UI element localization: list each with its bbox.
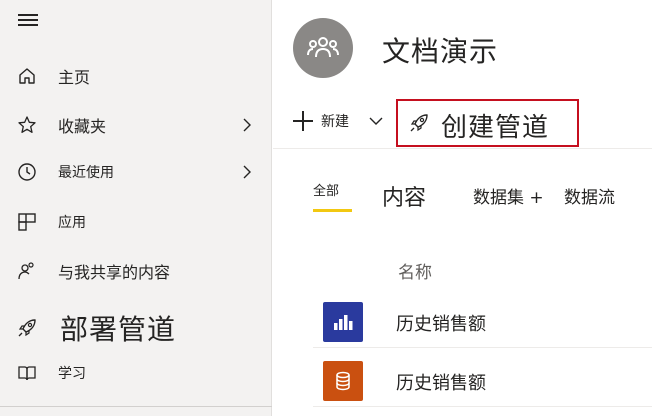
name-column-header[interactable]: 名称: [398, 258, 432, 283]
sidebar-item-label: 与我共享的内容: [58, 263, 171, 282]
sidebar-item-label: 主页: [58, 68, 91, 87]
book-icon: [16, 362, 38, 384]
workspace-main: 文档演示 新建 创建管道 全部 内容 数据集 + 数据流 名称 历史销售额 历史…: [273, 0, 652, 416]
workspace-avatar: [293, 18, 353, 78]
rocket-icon: [410, 114, 428, 132]
list-item[interactable]: 历史销售额: [313, 298, 652, 348]
workspace-title: 文档演示: [382, 35, 499, 68]
list-item[interactable]: 历史销售额: [313, 357, 652, 407]
plus-icon: [293, 111, 313, 131]
create-pipeline-label: 创建管道: [441, 113, 550, 143]
group-icon: [307, 37, 339, 58]
shared-icon: [16, 260, 38, 282]
new-button-label: 新建: [321, 114, 349, 130]
sidebar-item-favorites[interactable]: 收藏夹: [0, 105, 272, 145]
hamburger-menu-icon[interactable]: [18, 14, 38, 30]
sidebar-divider: [0, 406, 272, 407]
toolbar: 新建 创建管道: [273, 96, 652, 148]
create-pipeline-button[interactable]: 创建管道: [396, 99, 579, 147]
sidebar-item-deployment-pipelines[interactable]: 部署管道: [0, 308, 272, 348]
sidebar-item-label: 最近使用: [58, 165, 114, 181]
sidebar-item-label: 部署管道: [60, 313, 177, 346]
tab-content[interactable]: 内容: [382, 180, 426, 212]
apps-icon: [16, 211, 38, 233]
tab-datasets[interactable]: 数据集 +: [473, 183, 544, 208]
new-button[interactable]: 新建: [293, 108, 349, 134]
content-tabs: 全部 内容 数据集 + 数据流: [273, 168, 652, 214]
rocket-icon: [16, 317, 38, 339]
sidebar-item-label: 应用: [58, 215, 86, 231]
toolbar-divider: [273, 148, 652, 149]
sidebar-item-label: 收藏夹: [58, 117, 107, 136]
item-name[interactable]: 历史销售额: [396, 310, 486, 336]
chevron-right-icon[interactable]: [240, 165, 254, 179]
sidebar-item-learn[interactable]: 学习: [0, 353, 272, 393]
sidebar-item-recent[interactable]: 最近使用: [0, 152, 272, 192]
star-icon: [16, 114, 38, 136]
sidebar-item-label: 学习: [58, 366, 86, 382]
dataset-icon: [323, 361, 363, 401]
report-icon: [323, 302, 363, 342]
tab-dataflows[interactable]: 数据流: [564, 183, 615, 208]
active-tab-underline: [313, 209, 352, 212]
item-name[interactable]: 历史销售额: [396, 369, 486, 395]
home-icon: [16, 65, 38, 87]
sidebar-item-shared[interactable]: 与我共享的内容: [0, 251, 272, 291]
chevron-down-icon[interactable]: [369, 116, 383, 126]
chevron-right-icon[interactable]: [240, 118, 254, 132]
tab-all[interactable]: 全部: [313, 180, 339, 199]
sidebar-item-home[interactable]: 主页: [0, 56, 272, 96]
clock-icon: [16, 161, 38, 183]
sidebar-item-apps[interactable]: 应用: [0, 202, 272, 242]
sidebar: 主页 收藏夹 最近使用 应用 与我共享的内容 部署管道 学习: [0, 0, 272, 416]
